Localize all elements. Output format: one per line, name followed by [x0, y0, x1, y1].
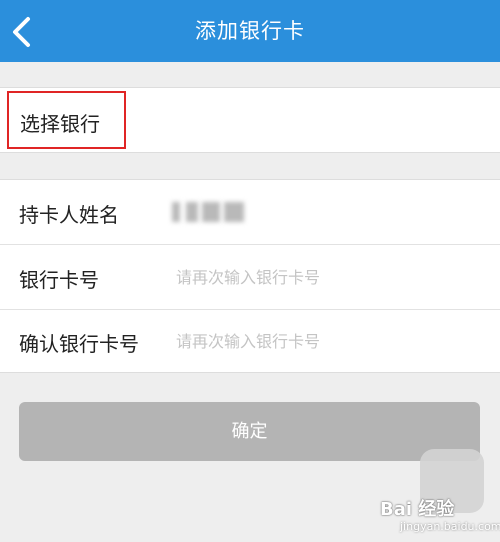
confirm-card-number-label: 确认银行卡号: [19, 332, 139, 356]
watermark-logo-text: Bai 经验: [380, 499, 455, 520]
confirm-button[interactable]: 确定: [19, 402, 480, 461]
select-bank-label: 选择银行: [20, 112, 100, 136]
bank-section: 选择银行: [0, 87, 500, 153]
card-number-input[interactable]: [176, 262, 476, 292]
card-number-label: 银行卡号: [19, 268, 99, 292]
cardholder-name-label: 持卡人姓名: [19, 203, 119, 227]
card-number-row: 银行卡号: [0, 245, 500, 309]
select-bank-row[interactable]: 选择银行: [7, 91, 126, 149]
watermark-url: jingyan.baidu.com: [400, 520, 500, 533]
card-form: 持卡人姓名 银行卡号 确认银行卡号: [0, 179, 500, 373]
confirm-card-number-row: 确认银行卡号: [0, 309, 500, 373]
cardholder-name-value-blurred: [172, 202, 244, 222]
confirm-card-number-input[interactable]: [176, 326, 476, 356]
cardholder-name-row: 持卡人姓名: [0, 180, 500, 244]
page-title: 添加银行卡: [195, 19, 305, 43]
nav-bar: 添加银行卡: [0, 0, 500, 62]
